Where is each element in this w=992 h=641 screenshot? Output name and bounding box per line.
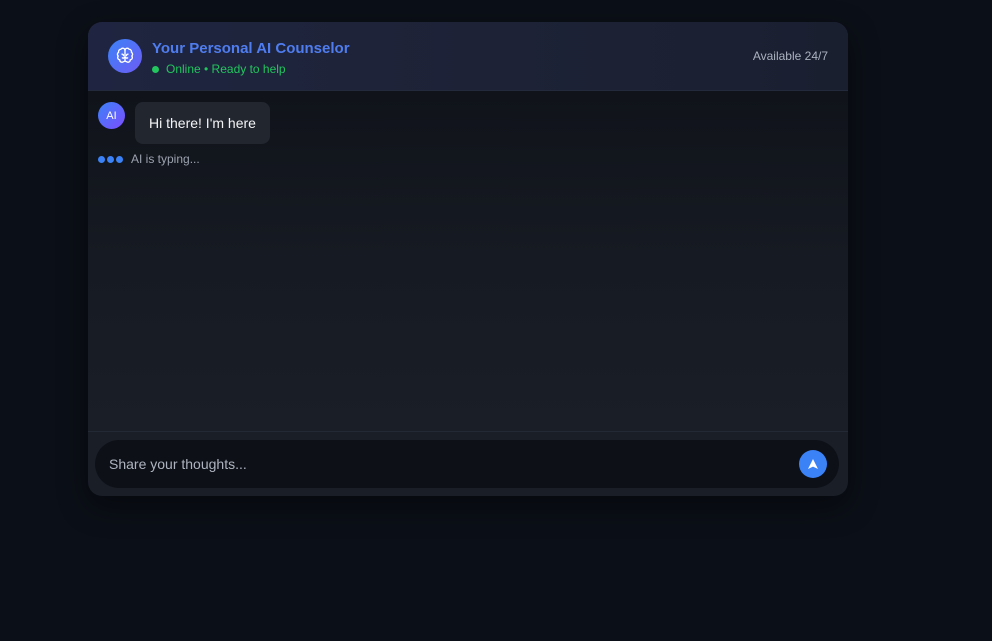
messages-area[interactable]: AI Hi there! I'm here AI is typing... [88,91,848,432]
typing-dot-icon [116,155,123,163]
send-button[interactable] [799,450,827,478]
typing-text: AI is typing... [131,152,200,166]
status-indicator: Online • Ready to help [152,62,286,76]
typing-dot-icon [107,155,114,163]
chat-window: Your Personal AI Counselor Online • Read… [88,22,848,496]
ai-avatar: AI [98,102,125,129]
brain-icon [108,39,142,73]
typing-indicator: AI is typing... [98,151,200,167]
send-icon [808,459,818,469]
online-dot-icon [152,65,159,73]
chat-header: Your Personal AI Counselor Online • Read… [88,22,848,91]
message-input[interactable] [109,440,789,488]
composer-bar [95,440,839,488]
page-title: Your Personal AI Counselor [152,40,350,57]
message-bubble: Hi there! I'm here [135,102,270,144]
typing-dot-icon [98,155,105,163]
status-text: Online • Ready to help [166,62,286,76]
availability-label: Available 24/7 [752,49,828,63]
